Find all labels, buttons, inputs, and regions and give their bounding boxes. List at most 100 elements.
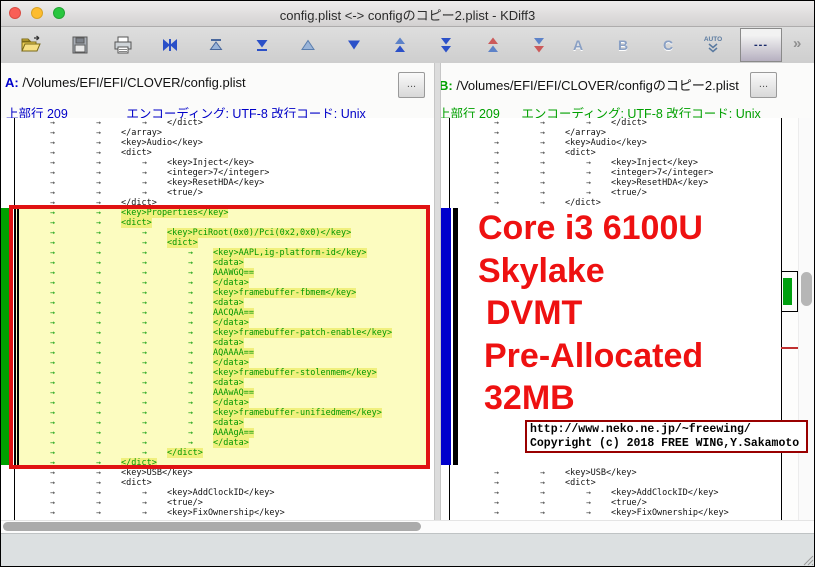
annotation-line: Skylake xyxy=(478,251,605,290)
toolbar-button-select-a[interactable]: A xyxy=(560,30,596,60)
toolbar-button-goto-current-delta[interactable] xyxy=(152,30,188,60)
vertical-scrollbar-track[interactable] xyxy=(798,118,814,520)
tab-arrow-icon: → xyxy=(494,498,499,507)
tab-arrow-icon: → xyxy=(50,178,55,187)
tab-arrow-icon: → xyxy=(540,498,545,507)
tab-arrow-icon: → xyxy=(540,168,545,177)
code-line: → → → <key>AddClockID</key> xyxy=(459,488,781,498)
tab-arrow-icon: → xyxy=(494,478,499,487)
tab-arrow-icon: → xyxy=(540,478,545,487)
toolbar-button-save[interactable] xyxy=(62,30,98,60)
tab-arrow-icon: → xyxy=(540,468,545,477)
code-text: </array> xyxy=(565,128,606,138)
code-line: → → → <key>FixOwnership</key> xyxy=(459,508,781,518)
tab-arrow-icon: → xyxy=(96,488,101,497)
overview-red-marker xyxy=(781,347,798,349)
tab-arrow-icon: → xyxy=(586,188,591,197)
next-unsolved-conflict-icon xyxy=(534,38,544,53)
code-line: → → </array> xyxy=(459,128,781,138)
code-text: <key>Inject</key> xyxy=(611,158,698,168)
annotation-line: Pre-Allocated xyxy=(484,336,704,375)
toolbar-button-select-c[interactable]: C xyxy=(650,30,686,60)
code-text: <key>AddClockID</key> xyxy=(611,488,719,498)
tab-arrow-icon: → xyxy=(586,508,591,517)
annotation-line: 32MB xyxy=(484,379,575,417)
tab-arrow-icon: → xyxy=(96,188,101,197)
code-text: <true/> xyxy=(167,498,203,508)
prev-unsolved-conflict-icon xyxy=(488,37,498,52)
file-b-path: /Volumes/EFI/EFI/CLOVER/configのコピー2.plis… xyxy=(456,78,739,93)
code-line: → → <dict> xyxy=(15,148,429,158)
last-delta-icon xyxy=(256,40,268,51)
code-line: → → <key>USB</key> xyxy=(459,468,781,478)
tab-arrow-icon: → xyxy=(494,158,499,167)
annotation-line: DVMT xyxy=(486,294,583,332)
tab-arrow-icon: → xyxy=(142,188,147,197)
select-a-label: A xyxy=(572,37,584,53)
select-b-label: B xyxy=(617,37,629,53)
vertical-scrollbar-thumb[interactable] xyxy=(801,272,812,306)
code-text: <key>ResetHDA</key> xyxy=(167,178,265,188)
tab-arrow-icon: → xyxy=(96,478,101,487)
code-line: → → → </dict> xyxy=(15,118,429,128)
code-line: → → → <true/> xyxy=(15,498,429,508)
toolbar-button-select-b[interactable]: B xyxy=(605,30,641,60)
browse-a-button[interactable]: ... xyxy=(398,72,425,98)
horizontal-scrollbar-thumb[interactable] xyxy=(3,522,421,531)
toolbar-button-goto-next-delta[interactable] xyxy=(336,30,372,60)
diff-overview-column[interactable] xyxy=(782,118,798,520)
toolbar-button-goto-next-unsolved-conflict[interactable] xyxy=(521,30,557,60)
tab-arrow-icon: → xyxy=(50,168,55,177)
code-text: <dict> xyxy=(565,148,596,158)
resize-grip[interactable] xyxy=(800,552,814,566)
tab-arrow-icon: → xyxy=(142,498,147,507)
toolbar-button-open-file[interactable] xyxy=(13,30,49,60)
toolbar-button-goto-prev-unsolved-conflict[interactable] xyxy=(475,30,511,60)
code-text: <key>Audio</key> xyxy=(565,138,647,148)
file-a-label: A: xyxy=(5,75,19,90)
pane-splitter[interactable] xyxy=(434,63,441,520)
credit-copyright: Copyright (c) 2018 FREE WING,Y.Sakamoto xyxy=(530,437,800,450)
tab-arrow-icon: → xyxy=(50,158,55,167)
code-text: </dict> xyxy=(611,118,647,128)
tab-arrow-icon: → xyxy=(586,498,591,507)
toolbar-button-goto-prev-delta[interactable] xyxy=(290,30,326,60)
tab-arrow-icon: → xyxy=(96,118,101,127)
toolbar-overflow-button[interactable]: » xyxy=(793,35,801,52)
code-line: → → → <key>Inject</key> xyxy=(15,158,429,168)
code-text: <integer>7</integer> xyxy=(611,168,714,178)
tab-arrow-icon: → xyxy=(494,178,499,187)
overview-viewport-rect[interactable] xyxy=(781,271,798,312)
code-line: → → </array> xyxy=(15,128,429,138)
tab-arrow-icon: → xyxy=(586,168,591,177)
browse-b-button[interactable]: ... xyxy=(750,72,777,98)
toolbar-button-goto-first-delta[interactable] xyxy=(198,30,234,60)
toolbar-button-goto-prev-conflict[interactable] xyxy=(382,30,418,60)
annotation-credit-box: http://www.neko.ne.jp/~freewing/ Copyrig… xyxy=(525,420,808,453)
tab-arrow-icon: → xyxy=(494,188,499,197)
pane-b-missing-lines-bar xyxy=(441,208,451,465)
code-line: → → <key>USB</key> xyxy=(15,468,429,478)
more-options-button[interactable]: --- xyxy=(740,28,782,62)
toolbar-button-goto-next-conflict[interactable] xyxy=(428,30,464,60)
tab-arrow-icon: → xyxy=(96,178,101,187)
pane-headers: A: /Volumes/EFI/EFI/CLOVER/config.plist … xyxy=(1,63,814,121)
code-text: <true/> xyxy=(167,188,203,198)
code-line xyxy=(459,458,781,468)
tab-arrow-icon: → xyxy=(50,138,55,147)
toolbar-button-print[interactable] xyxy=(105,30,141,60)
file-b-label: B: xyxy=(439,78,453,93)
toolbar-button-goto-last-delta[interactable] xyxy=(244,30,280,60)
toolbar-button-auto-solve[interactable]: AUTO xyxy=(695,30,731,60)
current-delta-icon xyxy=(163,39,177,51)
annotation-highlight-box xyxy=(9,205,430,469)
tab-arrow-icon: → xyxy=(586,158,591,167)
code-line: → → → <true/> xyxy=(15,188,429,198)
pane-a-header: A: /Volumes/EFI/EFI/CLOVER/config.plist … xyxy=(1,63,431,100)
auto-label: AUTO xyxy=(703,36,723,43)
code-line: → → → <true/> xyxy=(459,498,781,508)
tab-arrow-icon: → xyxy=(540,158,545,167)
tab-arrow-icon: → xyxy=(50,128,55,137)
tab-arrow-icon: → xyxy=(50,148,55,157)
tab-arrow-icon: → xyxy=(50,478,55,487)
